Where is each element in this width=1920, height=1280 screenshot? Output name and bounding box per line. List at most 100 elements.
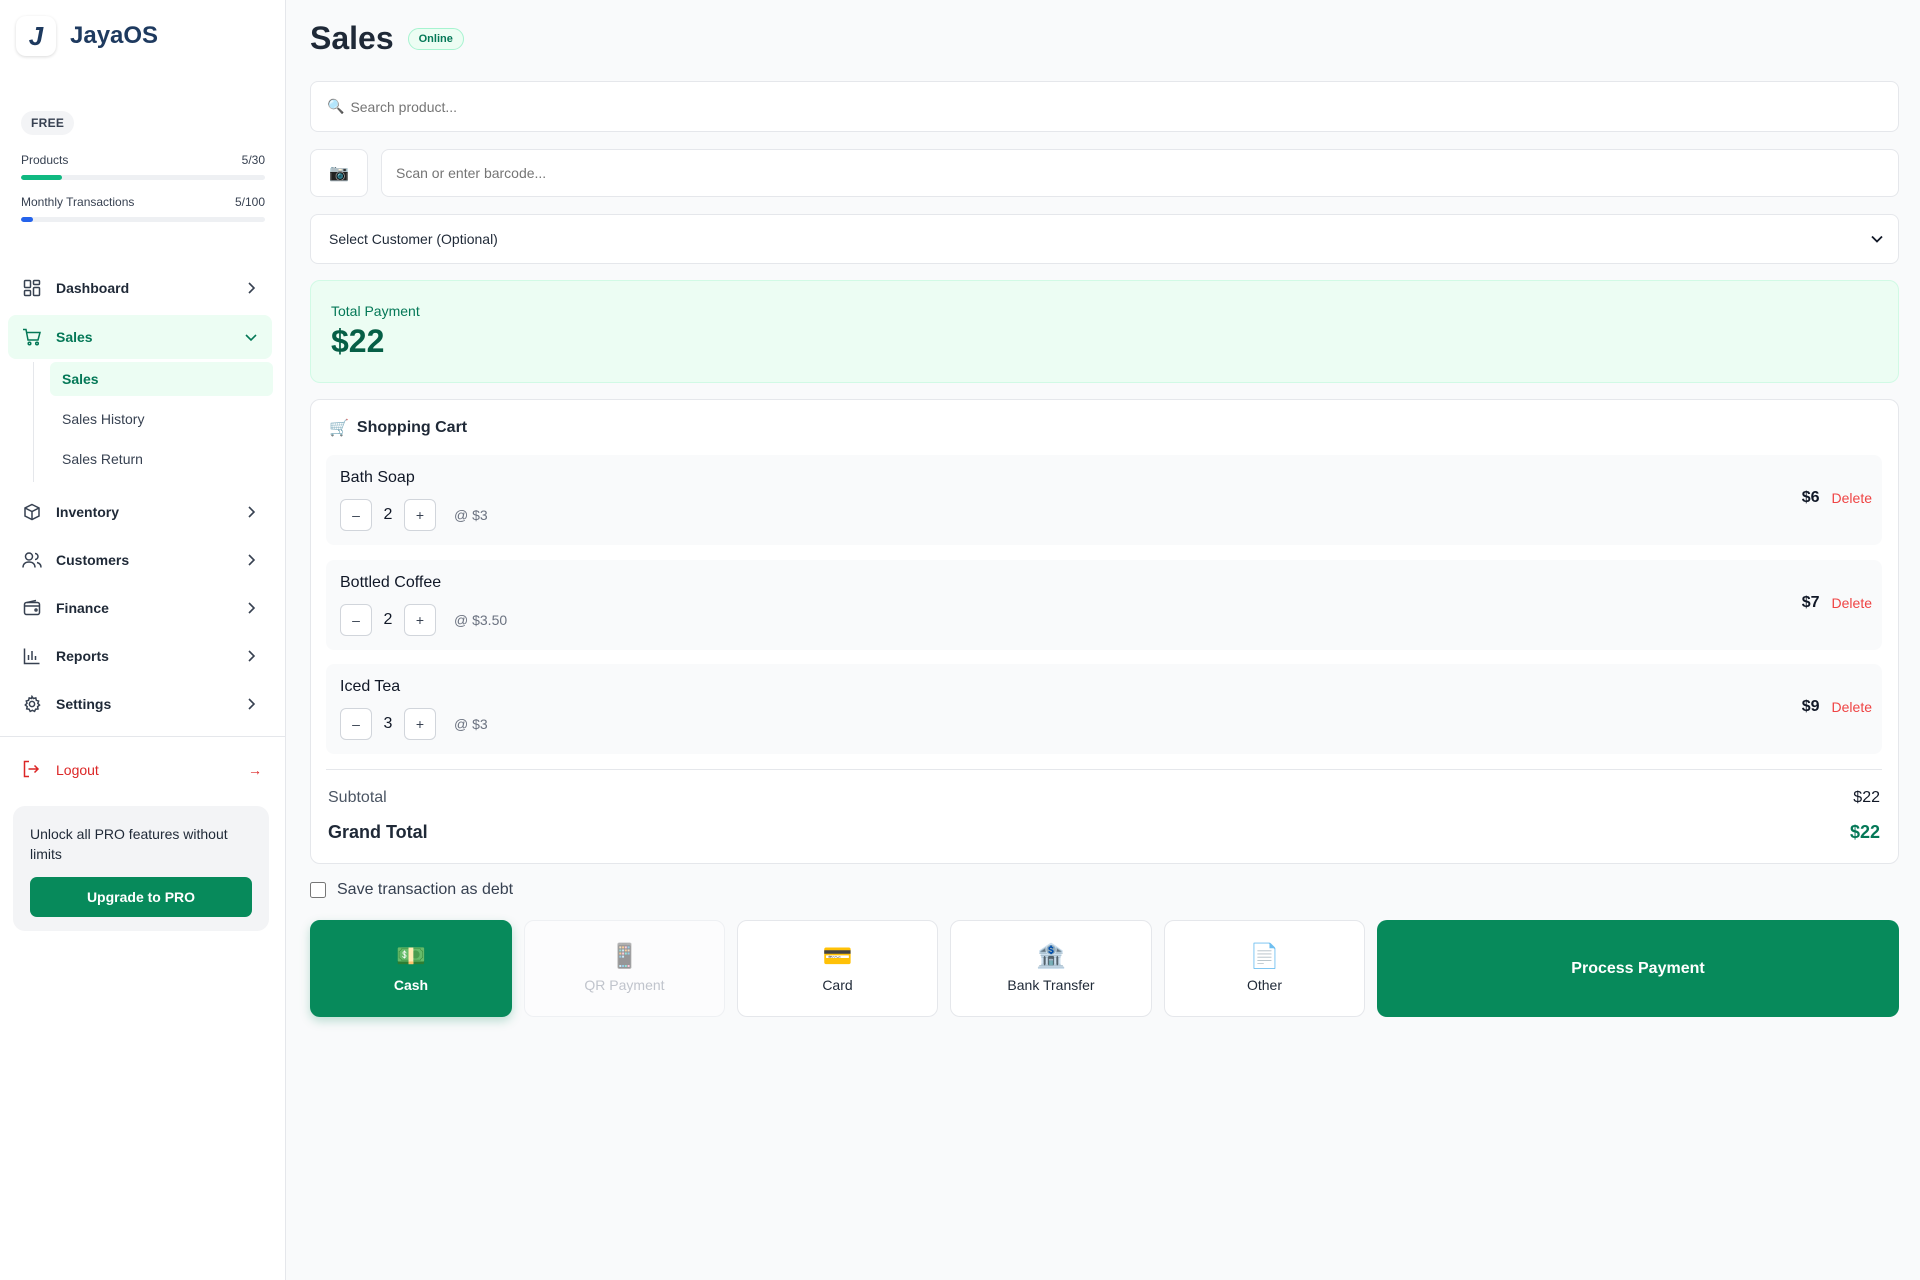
cart-item-total: $6 bbox=[1801, 489, 1820, 506]
total-payment-card: Total Payment $22 bbox=[310, 280, 1899, 383]
barcode-input[interactable] bbox=[396, 165, 1898, 181]
nav-label: Sales bbox=[56, 329, 93, 345]
nav-label: Reports bbox=[56, 648, 109, 664]
increase-qty-button[interactable]: + bbox=[404, 708, 436, 740]
chevron-right-icon bbox=[244, 697, 258, 711]
camera-scan-button[interactable]: 📷 bbox=[310, 149, 368, 197]
total-payment-amount: $22 bbox=[331, 323, 385, 359]
usage-progress-fill bbox=[21, 217, 34, 222]
decrease-qty-button[interactable]: – bbox=[340, 499, 372, 531]
plan-badge: FREE bbox=[21, 111, 75, 135]
cart-item-actions: $6 Delete bbox=[1802, 489, 1872, 507]
subnav-item-sales-history[interactable]: Sales History bbox=[50, 402, 273, 436]
cart-item: Iced Tea – 3 + @ $3 $9 Delete bbox=[326, 664, 1882, 754]
nav-label: Finance bbox=[56, 600, 109, 616]
chevron-right-icon bbox=[244, 281, 258, 295]
quantity-stepper: – 2 + @ $3 bbox=[340, 499, 488, 531]
save-as-debt[interactable]: Save transaction as debt bbox=[310, 881, 513, 899]
subtotal-label: Subtotal bbox=[328, 789, 387, 806]
grand-total-value: $22 bbox=[1849, 822, 1880, 842]
cart-item: Bottled Coffee – 2 + @ $3.50 $7 Delete bbox=[326, 560, 1882, 650]
shopping-cart: 🛒 Shopping Cart Bath Soap – 2 + @ $3 $6 … bbox=[310, 399, 1899, 864]
nav-item-customers[interactable]: Customers bbox=[8, 538, 272, 582]
decrease-qty-button[interactable]: – bbox=[340, 604, 372, 636]
bar-chart-icon bbox=[22, 646, 42, 666]
cart-icon: 🛒 bbox=[329, 420, 349, 437]
process-payment-button[interactable]: Process Payment bbox=[1377, 920, 1899, 1017]
cart-item-name: Iced Tea bbox=[340, 678, 401, 695]
customer-select[interactable]: Select Customer (Optional) bbox=[310, 214, 1899, 264]
save-as-debt-checkbox[interactable] bbox=[310, 882, 326, 898]
camera-icon: 📷 bbox=[329, 165, 349, 182]
package-icon bbox=[22, 502, 42, 522]
nav-item-reports[interactable]: Reports bbox=[8, 634, 272, 678]
nav-item-finance[interactable]: Finance bbox=[8, 586, 272, 630]
cart-item-actions: $7 Delete bbox=[1802, 594, 1872, 612]
credit-card-icon: 💳 bbox=[822, 942, 853, 970]
nav-item-inventory[interactable]: Inventory bbox=[8, 490, 272, 534]
cash-icon: 💵 bbox=[396, 942, 426, 970]
payment-method-bank-transfer[interactable]: 🏦 Bank Transfer bbox=[950, 920, 1152, 1017]
subnav-item-sales[interactable]: Sales bbox=[50, 362, 273, 396]
payment-method-other[interactable]: 📄 Other bbox=[1164, 920, 1365, 1017]
chevron-right-icon bbox=[244, 649, 258, 663]
grid-icon bbox=[22, 278, 42, 298]
payment-method-card[interactable]: 💳 Card bbox=[737, 920, 938, 1017]
delete-item-button[interactable]: Delete bbox=[1832, 595, 1872, 611]
increase-qty-button[interactable]: + bbox=[404, 499, 436, 531]
arrow-right-icon: → bbox=[248, 762, 262, 778]
nav-main: Dashboard Sales bbox=[8, 266, 272, 359]
decrease-qty-button[interactable]: – bbox=[340, 708, 372, 740]
quantity-stepper: – 2 + @ $3.50 bbox=[340, 604, 507, 636]
subtotal-value: $22 bbox=[1853, 789, 1880, 806]
delete-item-button[interactable]: Delete bbox=[1832, 490, 1872, 506]
nav-label: Dashboard bbox=[56, 280, 130, 296]
usage-count: 5/30 bbox=[241, 153, 265, 167]
cart-item-total: $7 bbox=[1801, 594, 1820, 611]
payment-method-qr[interactable]: 📱 QR Payment bbox=[524, 920, 725, 1017]
sales-subnav: Sales Sales History Sales Return bbox=[33, 362, 273, 482]
sidebar: J JayaOS FREE Products 5/30 Monthly Tran… bbox=[0, 0, 286, 1280]
barcode-field[interactable] bbox=[381, 149, 1899, 197]
nav-item-settings[interactable]: Settings bbox=[8, 682, 272, 726]
page-header: Sales Online bbox=[310, 20, 464, 57]
cart-item-actions: $9 Delete bbox=[1802, 698, 1872, 716]
payment-method-label: Card bbox=[822, 976, 853, 993]
search-input[interactable] bbox=[350, 98, 1898, 115]
usage-count: 5/100 bbox=[234, 195, 265, 209]
cart-icon bbox=[22, 327, 42, 347]
payment-method-label: Other bbox=[1246, 976, 1282, 993]
logout-label: Logout bbox=[56, 762, 99, 778]
save-as-debt-label: Save transaction as debt bbox=[337, 881, 514, 898]
subnav-item-sales-return[interactable]: Sales Return bbox=[50, 442, 273, 476]
logout-icon bbox=[22, 760, 42, 781]
bank-icon: 🏦 bbox=[1036, 942, 1066, 970]
product-search[interactable]: 🔍 bbox=[310, 81, 1899, 132]
logout-button[interactable]: Logout → bbox=[22, 758, 262, 782]
subtotal-row: Subtotal $22 bbox=[328, 789, 1880, 807]
unit-price: @ $3 bbox=[454, 507, 488, 523]
brand[interactable]: J JayaOS bbox=[16, 16, 158, 56]
nav-item-sales[interactable]: Sales bbox=[8, 315, 272, 359]
upgrade-button[interactable]: Upgrade to PRO bbox=[30, 877, 252, 917]
chevron-right-icon bbox=[244, 505, 258, 519]
increase-qty-button[interactable]: + bbox=[404, 604, 436, 636]
unit-price: @ $3 bbox=[454, 716, 488, 732]
cart-title: Shopping Cart bbox=[356, 419, 468, 436]
quantity-value: 2 bbox=[383, 506, 393, 523]
usage-label: Monthly Transactions bbox=[21, 195, 135, 209]
sidebar-divider bbox=[0, 736, 286, 737]
usage-progress-bar bbox=[21, 175, 265, 180]
nav-label: Inventory bbox=[56, 504, 120, 520]
total-payment-label: Total Payment bbox=[331, 303, 420, 319]
payment-method-cash[interactable]: 💵 Cash bbox=[310, 920, 512, 1017]
cart-item-name: Bath Soap bbox=[340, 469, 415, 486]
delete-item-button[interactable]: Delete bbox=[1832, 699, 1872, 715]
payment-method-label: Bank Transfer bbox=[1007, 976, 1095, 993]
chevron-right-icon bbox=[244, 601, 258, 615]
quantity-value: 3 bbox=[383, 715, 393, 732]
nav-label: Customers bbox=[56, 552, 130, 568]
payment-method-label: Cash bbox=[393, 976, 429, 993]
nav-item-dashboard[interactable]: Dashboard bbox=[8, 266, 272, 310]
usage-progress-fill bbox=[21, 175, 62, 180]
